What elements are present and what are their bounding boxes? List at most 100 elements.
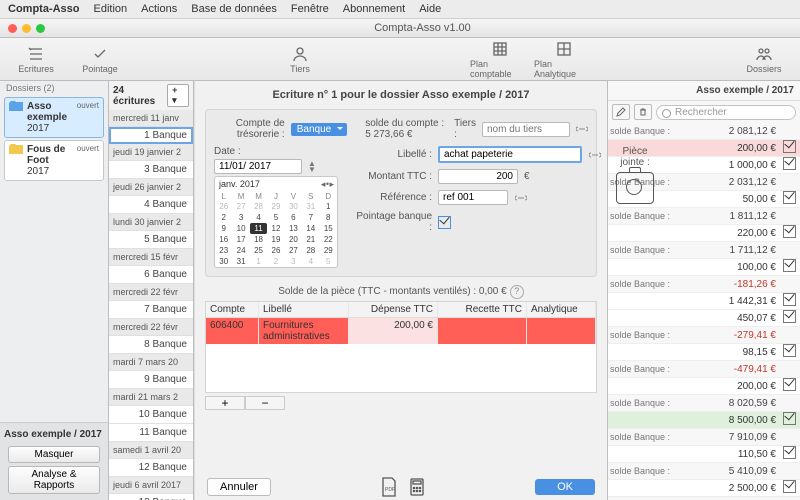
date-header: mardi 21 mars 2 <box>109 389 193 406</box>
check-icon[interactable] <box>783 412 796 425</box>
current-dossier-label: Asso exemple / 2017 <box>4 429 104 440</box>
dossier-item[interactable]: Asso exemple2017ouvert <box>4 97 104 138</box>
check-icon[interactable] <box>783 378 796 391</box>
cancel-button[interactable]: Annuler <box>207 478 271 496</box>
montant-label: Montant TTC : <box>352 171 432 182</box>
date-input[interactable] <box>214 159 302 174</box>
ecriture-item[interactable]: 13 Banque <box>109 494 193 500</box>
ecriture-item[interactable]: 1 Banque <box>109 127 193 144</box>
check-icon[interactable] <box>783 446 796 459</box>
check-icon[interactable] <box>783 225 796 238</box>
col-recette[interactable]: Recette TTC <box>438 302 527 317</box>
check-icon[interactable] <box>783 140 796 153</box>
ecritures-list: 24 écritures + ▾ mercredi 11 janv1 Banqu… <box>109 81 194 500</box>
ventilation-table: Compte Libellé Dépense TTC Recette TTC A… <box>205 301 597 393</box>
check-icon[interactable] <box>783 157 796 170</box>
add-line-button[interactable]: + <box>205 396 245 410</box>
libelle-link-icon[interactable] <box>588 150 602 160</box>
libelle-label: Libellé : <box>352 149 432 160</box>
remove-line-button[interactable]: − <box>245 396 285 410</box>
menubar[interactable]: Compta-Asso Edition Actions Base de données… <box>0 0 800 19</box>
window-title: Compta-Asso v1.00 <box>45 22 800 34</box>
check-icon[interactable] <box>783 480 796 493</box>
ok-button[interactable]: OK <box>535 479 595 495</box>
col-libelle[interactable]: Libellé <box>259 302 349 317</box>
calculator-icon[interactable] <box>408 477 426 497</box>
pointage-checkbox[interactable] <box>438 216 451 229</box>
amount-row[interactable]: 98,15 € <box>608 344 800 361</box>
menu-item[interactable]: Base de données <box>191 3 277 15</box>
balance-row: solde Banque :-181,26 € <box>608 276 800 293</box>
table-row[interactable]: 606400 Fournitures administratives 200,0… <box>206 318 596 344</box>
calendar-nav-icon[interactable]: ◂ • ▸ <box>321 179 333 190</box>
ecriture-dialog: Ecriture n° 1 pour le dossier Asso exemp… <box>194 81 607 500</box>
ecriture-item[interactable]: 6 Banque <box>109 266 193 284</box>
help-icon[interactable]: ? <box>510 285 524 299</box>
menu-item[interactable]: Compta-Asso <box>8 3 80 15</box>
balance-row: solde Banque :5 410,09 € <box>608 463 800 480</box>
tiers-link-icon[interactable] <box>576 124 588 134</box>
tresorerie-select[interactable]: Banque <box>291 123 347 136</box>
check-icon[interactable] <box>783 191 796 204</box>
montant-input[interactable] <box>438 169 518 184</box>
ecriture-item[interactable]: 3 Banque <box>109 161 193 179</box>
toolbar-dossiers[interactable]: Dossiers <box>734 45 794 74</box>
menu-item[interactable]: Abonnement <box>343 3 405 15</box>
ecriture-item[interactable]: 9 Banque <box>109 371 193 389</box>
piece-jointe-label: Pièce jointe : <box>616 146 654 168</box>
toolbar-plan-comptable[interactable]: Plan comptable <box>470 40 530 79</box>
toolbar-ecritures[interactable]: Ecritures <box>6 45 66 74</box>
masquer-button[interactable]: Masquer <box>8 446 100 463</box>
check-icon[interactable] <box>783 259 796 272</box>
amount-row[interactable]: 1 442,31 € <box>608 293 800 310</box>
reference-link-icon[interactable] <box>514 193 528 203</box>
add-ecriture-button[interactable]: + ▾ <box>167 84 189 107</box>
menu-item[interactable]: Edition <box>94 3 128 15</box>
check-icon[interactable] <box>783 293 796 306</box>
minimize-window-icon[interactable] <box>22 24 31 33</box>
date-header: jeudi 26 janvier 2 <box>109 179 193 196</box>
col-compte[interactable]: Compte <box>206 302 259 317</box>
amount-row[interactable]: 450,07 € <box>608 310 800 327</box>
tiers-input[interactable] <box>482 122 570 137</box>
reference-label: Référence : <box>352 192 432 203</box>
dialog-title: Ecriture n° 1 pour le dossier Asso exemp… <box>195 81 607 109</box>
zoom-window-icon[interactable] <box>36 24 45 33</box>
check-icon[interactable] <box>783 310 796 323</box>
pdf-icon[interactable]: PDF <box>380 477 398 497</box>
toolbar-pointage[interactable]: Pointage <box>70 45 130 74</box>
search-input[interactable]: Rechercher <box>656 105 796 120</box>
amount-row[interactable]: 2 500,00 € <box>608 480 800 497</box>
ecriture-item[interactable]: 8 Banque <box>109 336 193 354</box>
camera-icon[interactable] <box>616 172 654 204</box>
menu-item[interactable]: Fenêtre <box>291 3 329 15</box>
amount-row[interactable]: 200,00 € <box>608 378 800 395</box>
date-stepper-icon[interactable]: ▲▼ <box>308 161 316 173</box>
check-icon[interactable] <box>783 344 796 357</box>
reference-input[interactable] <box>438 190 508 205</box>
ecriture-item[interactable]: 10 Banque <box>109 406 193 424</box>
col-depense[interactable]: Dépense TTC <box>349 302 438 317</box>
amount-row[interactable]: 8 500,00 € <box>608 412 800 429</box>
calendar[interactable]: janv. 2017◂ • ▸ LMMJVSD 2627282930311 23… <box>214 176 338 268</box>
ecriture-item[interactable]: 7 Banque <box>109 301 193 319</box>
balance-row: solde Banque :2 081,12 € <box>608 123 800 140</box>
menu-item[interactable]: Actions <box>141 3 177 15</box>
delete-icon[interactable] <box>634 104 652 120</box>
analyse-rapports-button[interactable]: Analyse & Rapports <box>8 466 100 494</box>
ecriture-item[interactable]: 4 Banque <box>109 196 193 214</box>
toolbar-tiers[interactable]: Tiers <box>270 45 330 74</box>
window-titlebar: Compta-Asso v1.00 <box>0 19 800 38</box>
menu-item[interactable]: Aide <box>419 3 441 15</box>
edit-icon[interactable] <box>612 104 630 120</box>
col-analytique[interactable]: Analytique <box>527 302 596 317</box>
close-window-icon[interactable] <box>8 24 17 33</box>
libelle-input[interactable] <box>438 146 582 163</box>
amount-row[interactable]: 110,50 € <box>608 446 800 463</box>
dossier-item[interactable]: Fous de Foot2017ouvert <box>4 140 104 181</box>
ecriture-item[interactable]: 5 Banque <box>109 231 193 249</box>
ecriture-item[interactable]: 11 Banque <box>109 424 193 442</box>
toolbar-plan-analytique[interactable]: Plan Analytique <box>534 40 594 79</box>
ecriture-item[interactable]: 12 Banque <box>109 459 193 477</box>
date-header: mercredi 22 févr <box>109 284 193 301</box>
